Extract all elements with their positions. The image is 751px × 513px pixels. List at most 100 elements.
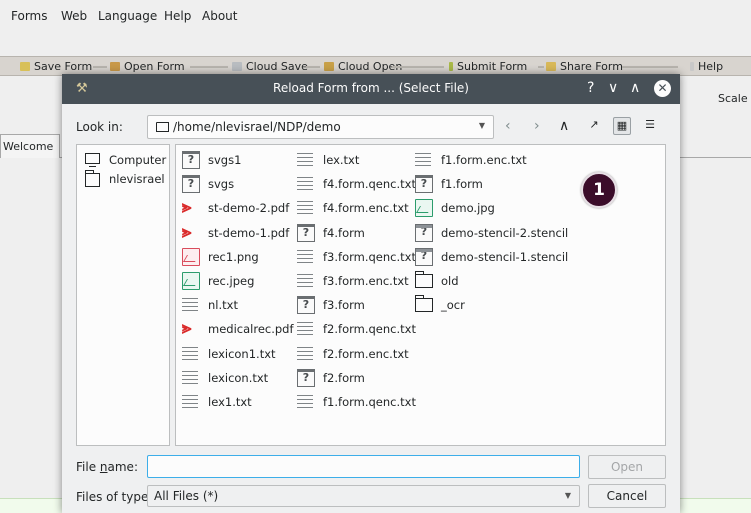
cloud-open-button[interactable]: Cloud Open bbox=[324, 60, 402, 73]
text-file-icon bbox=[182, 298, 198, 313]
unknown-file-icon: ? bbox=[182, 175, 200, 194]
unknown-file-icon: ? bbox=[182, 151, 200, 169]
look-in-label: Look in: bbox=[76, 120, 123, 134]
dialog-titlebar[interactable]: ⚒ Reload Form from ... (Select File) ? ∨… bbox=[62, 74, 680, 104]
file-name: demo.jpg bbox=[441, 201, 495, 216]
text-file-icon bbox=[182, 346, 198, 361]
menu-web[interactable]: Web bbox=[61, 9, 87, 23]
maximize-icon[interactable]: ∧ bbox=[630, 80, 640, 96]
tab-welcome[interactable]: Welcome bbox=[0, 134, 60, 158]
file-name: f4.form.qenc.txt bbox=[323, 177, 416, 192]
scale-label: Scale bbox=[718, 92, 748, 105]
file-name: svgs1 bbox=[208, 153, 242, 167]
help-icon[interactable]: ? bbox=[587, 80, 594, 96]
toolbar-separator bbox=[190, 66, 228, 68]
file-name: rec.jpeg bbox=[208, 274, 255, 288]
chevron-down-icon: ▼ bbox=[478, 121, 485, 130]
menu-help[interactable]: Help bbox=[164, 9, 191, 23]
file-name-input[interactable] bbox=[147, 455, 580, 478]
folder-icon bbox=[85, 170, 100, 187]
folder-icon bbox=[415, 271, 433, 288]
pdf-icon: ⪢ bbox=[182, 197, 192, 218]
chevron-down-icon: ▼ bbox=[564, 491, 571, 500]
file-name: demo-stencil-1.stencil bbox=[441, 249, 569, 264]
text-file-icon bbox=[297, 395, 313, 409]
file-name: lex.txt bbox=[323, 153, 360, 167]
file-name: medicalrec.pdf bbox=[208, 322, 294, 337]
text-file-icon bbox=[297, 201, 313, 216]
unknown-file-icon: ? bbox=[415, 175, 433, 194]
close-icon[interactable]: ✕ bbox=[654, 80, 671, 97]
minimize-icon[interactable]: ∨ bbox=[608, 80, 618, 96]
menu-language[interactable]: Language bbox=[98, 9, 157, 23]
text-file-icon bbox=[297, 322, 313, 337]
help-button[interactable]: Help bbox=[690, 60, 723, 73]
file-name: old bbox=[441, 274, 459, 288]
text-file-icon bbox=[297, 153, 313, 167]
open-icon bbox=[110, 62, 120, 71]
open-form-button[interactable]: Open Form bbox=[110, 60, 185, 73]
file-name: f1.form.enc.txt bbox=[441, 153, 527, 167]
file-name: f4.form.enc.txt bbox=[323, 201, 409, 216]
text-file-icon bbox=[297, 249, 313, 264]
look-in-combo[interactable]: /home/nlevisrael/NDP/demo ▼ bbox=[147, 115, 494, 139]
cloud-save-icon bbox=[232, 62, 242, 71]
image-icon bbox=[182, 272, 200, 290]
file-name: f2.form.enc.txt bbox=[323, 346, 409, 361]
toolbar-separator bbox=[538, 66, 544, 68]
stencil-file-icon: ? bbox=[415, 223, 433, 242]
file-name: svgs bbox=[208, 177, 235, 192]
file-name: lexicon1.txt bbox=[208, 346, 276, 361]
stencil-file-icon: ? bbox=[415, 247, 433, 266]
save-icon bbox=[20, 62, 30, 71]
file-name: lexicon.txt bbox=[208, 370, 269, 385]
file-name: f3.form.qenc.txt bbox=[323, 249, 416, 264]
file-name: f3.form bbox=[323, 298, 365, 313]
up-icon[interactable]: ∧ bbox=[559, 118, 569, 134]
places-sidebar: Computer nlevisrael bbox=[76, 144, 170, 446]
share-form-button[interactable]: Share Form bbox=[546, 60, 623, 73]
toolbar-separator bbox=[306, 66, 320, 68]
text-file-icon bbox=[297, 274, 313, 288]
cloud-save-button[interactable]: Cloud Save bbox=[232, 60, 308, 73]
help-icon bbox=[690, 62, 694, 71]
menu-about[interactable]: About bbox=[202, 9, 237, 23]
path-text: /home/nlevisrael/NDP/demo bbox=[173, 120, 341, 134]
menu-forms[interactable]: Forms bbox=[11, 9, 47, 23]
pdf-icon: ⪢ bbox=[182, 318, 192, 339]
unknown-file-icon: ? bbox=[297, 223, 315, 242]
new-folder-icon[interactable]: ↗ bbox=[585, 117, 603, 135]
folder-icon bbox=[415, 295, 433, 313]
cloud-open-icon bbox=[324, 62, 334, 71]
image-icon bbox=[415, 199, 433, 218]
text-file-icon bbox=[297, 346, 313, 361]
toolbar-separator bbox=[622, 66, 678, 68]
file-name: f1.form bbox=[441, 177, 483, 192]
file-name: demo-stencil-2.stencil bbox=[441, 225, 569, 240]
back-icon[interactable]: ‹ bbox=[505, 118, 511, 134]
toolbar: Save Form Open Form Cloud Save Cloud Ope… bbox=[0, 56, 751, 76]
file-name: nl.txt bbox=[208, 298, 238, 313]
files-of-type-label: Files of type: bbox=[76, 490, 153, 504]
cancel-button[interactable]: Cancel bbox=[588, 484, 666, 508]
list-view-icon[interactable]: ▦ bbox=[613, 117, 631, 135]
file-name: st-demo-1.pdf bbox=[208, 225, 290, 240]
toolbar-separator bbox=[392, 66, 444, 68]
text-file-icon bbox=[182, 370, 198, 385]
file-name: f2.form bbox=[323, 370, 365, 385]
toolbar-separator bbox=[93, 66, 107, 68]
save-form-button[interactable]: Save Form bbox=[20, 60, 92, 73]
open-button[interactable]: Open bbox=[588, 455, 666, 479]
forward-icon[interactable]: › bbox=[534, 118, 540, 134]
computer-icon bbox=[85, 153, 100, 167]
share-icon bbox=[546, 62, 556, 71]
step-badge: 1 bbox=[581, 172, 617, 208]
submit-icon bbox=[449, 62, 453, 71]
files-of-type-select[interactable]: All Files (*) ▼ bbox=[147, 485, 580, 507]
pdf-icon: ⪢ bbox=[182, 221, 192, 242]
submit-form-button[interactable]: Submit Form bbox=[449, 60, 527, 73]
menubar: Forms Web Language Help About bbox=[0, 0, 751, 28]
file-name: lex1.txt bbox=[208, 395, 252, 409]
detail-view-icon[interactable]: ☰ bbox=[641, 117, 659, 135]
text-file-icon bbox=[182, 395, 198, 409]
